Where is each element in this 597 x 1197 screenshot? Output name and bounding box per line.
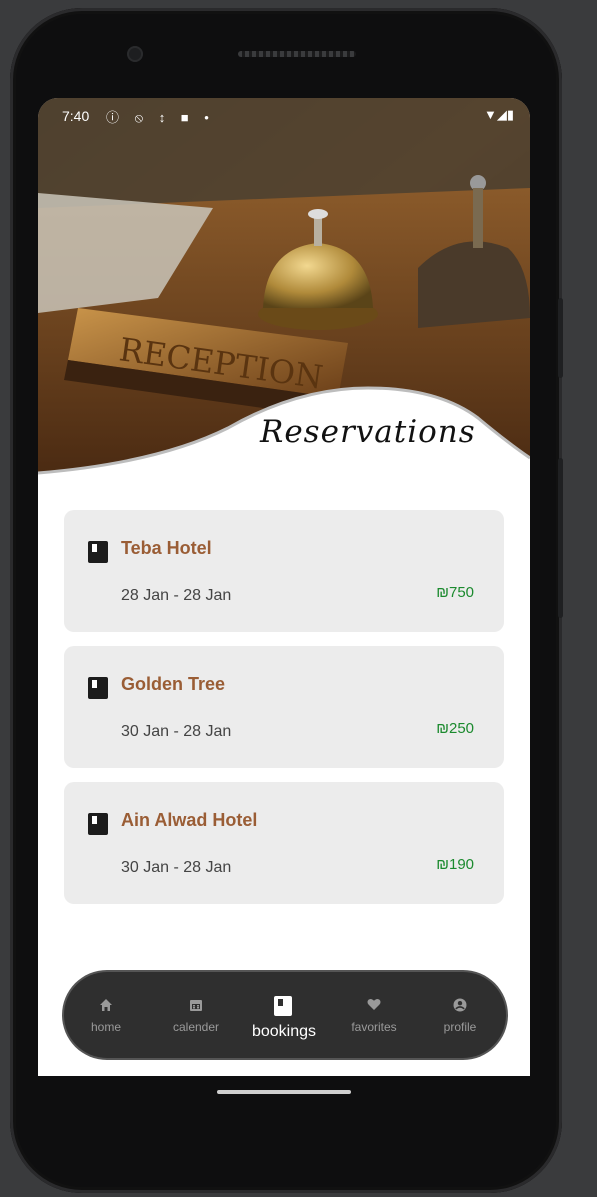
nav-favorites[interactable]: favorites: [332, 972, 416, 1058]
nav-label-home: home: [90, 1020, 122, 1034]
hotel-name: Teba Hotel: [121, 538, 212, 558]
account-circle-icon: [453, 998, 467, 1012]
gesture-home-bar[interactable]: [217, 1090, 351, 1094]
hotel-name: Golden Tree: [121, 674, 226, 694]
reservation-price: ₪250: [436, 720, 474, 737]
reservation-dates: 28 Jan - 28 Jan: [121, 587, 232, 604]
front-camera: [127, 46, 143, 62]
reservation-card[interactable]: Teba Hotel 28 Jan - 28 Jan ₪750: [64, 510, 504, 632]
nav-home[interactable]: home: [74, 972, 138, 1058]
bottom-navigation-bar: home calender bookings favorites profile: [64, 972, 506, 1058]
calendar-icon: [190, 1000, 202, 1011]
bookmark-icon: [88, 813, 108, 835]
reservation-dates: 30 Jan - 28 Jan: [121, 723, 232, 740]
nav-bookings[interactable]: bookings: [240, 972, 328, 1058]
status-time: 7:40: [62, 108, 90, 124]
reservation-dates: 30 Jan - 28 Jan: [121, 859, 232, 876]
status-bar: 7:40 ⓘ ⦸ ↕ ■ • ▼◢▮: [38, 98, 530, 134]
nav-label-profile: profile: [443, 1020, 477, 1034]
nav-profile[interactable]: profile: [428, 972, 492, 1058]
status-signal-battery-icons: ▼◢▮: [483, 107, 514, 122]
nav-calender[interactable]: calender: [156, 972, 236, 1058]
nav-label-favorites: favorites: [351, 1020, 397, 1034]
home-icon: [100, 999, 112, 1011]
reservation-price: ₪750: [436, 584, 474, 601]
reservation-card[interactable]: Ain Alwad Hotel 30 Jan - 28 Jan ₪190: [64, 782, 504, 904]
page-title: Reservations: [260, 414, 476, 450]
app-screen: RECEPTION 7:40 ⓘ ⦸ ↕ ■ • ▼◢▮ Reservation…: [38, 98, 530, 1076]
earpiece-speaker: [238, 51, 356, 57]
bookmark-icon: [88, 541, 108, 563]
heart-icon: [367, 998, 381, 1010]
reservation-price: ₪190: [436, 856, 474, 873]
hotel-name: Ain Alwad Hotel: [121, 810, 258, 830]
volume-button: [558, 298, 563, 378]
power-button: [558, 458, 563, 618]
bookmark-icon: [88, 677, 108, 699]
nav-label-calender: calender: [172, 1020, 220, 1034]
reservation-card[interactable]: Golden Tree 30 Jan - 28 Jan ₪250: [64, 646, 504, 768]
status-notification-icons: ⓘ ⦸ ↕ ■ •: [106, 110, 215, 125]
bookmark-icon: [274, 996, 292, 1016]
nav-label-bookings: bookings: [251, 1023, 317, 1040]
